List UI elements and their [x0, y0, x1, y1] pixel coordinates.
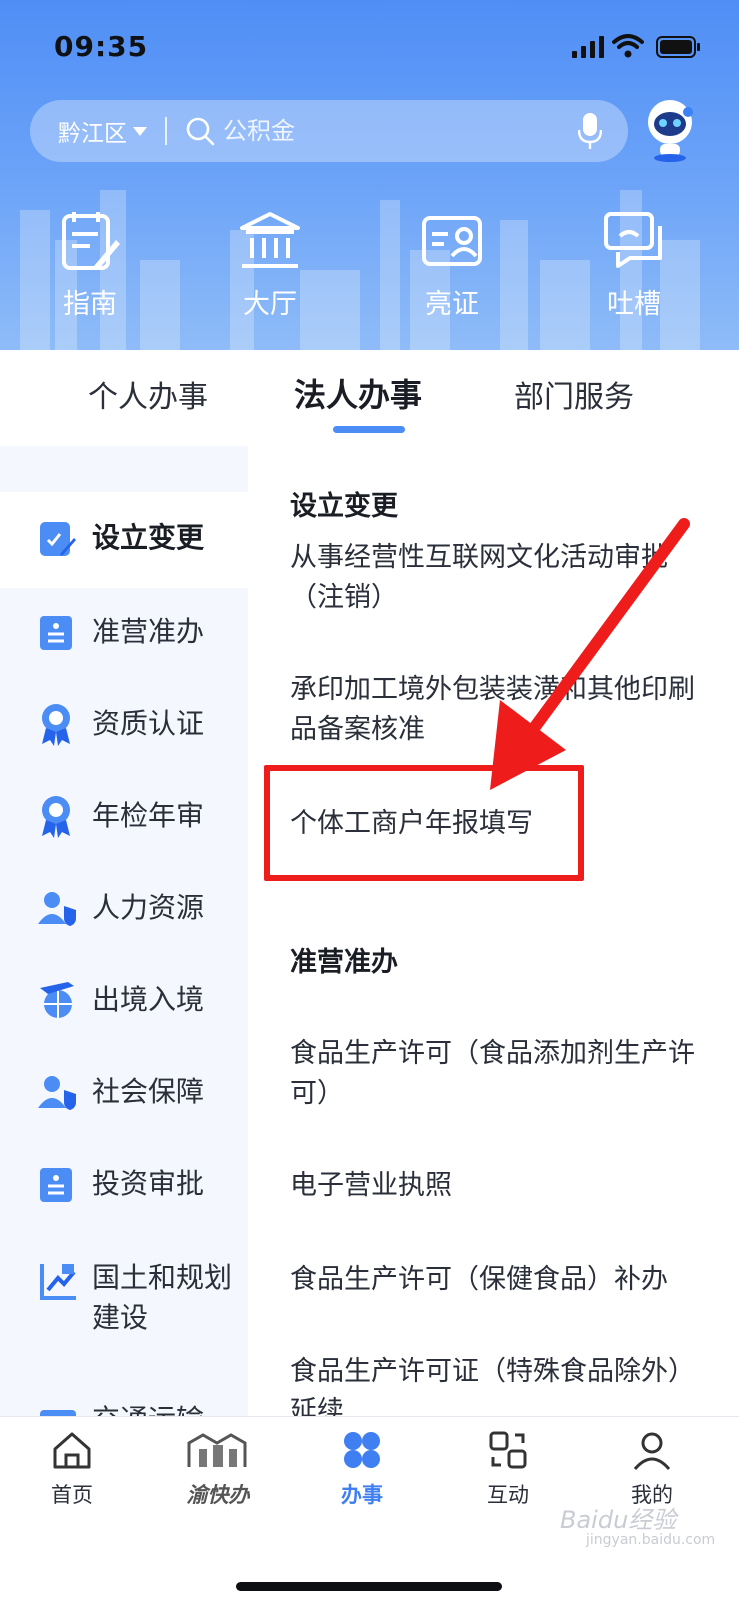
tab-personal[interactable]: 个人办事	[88, 372, 208, 416]
feedback-icon	[604, 212, 662, 268]
search-input[interactable]	[223, 111, 523, 151]
award-badge-icon	[42, 796, 70, 838]
sidebar-item-social-security[interactable]: 社会保障	[0, 1048, 248, 1140]
profile-icon	[633, 1432, 671, 1471]
active-tab-indicator	[333, 426, 405, 433]
sidebar-item-immigration[interactable]: 出境入境	[0, 956, 248, 1048]
sidebar-item-label: 社会保障	[92, 1075, 205, 1108]
header: 09:35 黔江区 公积金 指南 大厅 亮证 吐槽	[0, 0, 739, 350]
sidebar-item-establish-change[interactable]: 设立变更	[0, 492, 248, 588]
tab-department[interactable]: 部门服务	[514, 372, 634, 416]
services-icon	[344, 1432, 380, 1468]
quick-action-label: 大厅	[243, 289, 297, 320]
quick-action-guide[interactable]: 指南	[30, 210, 150, 321]
home-icon	[53, 1432, 91, 1469]
red-arrow-annotation	[490, 518, 690, 790]
sidebar-item-label: 出境入境	[92, 983, 205, 1016]
quick-action-label: 亮证	[425, 289, 479, 320]
wifi-icon	[612, 34, 644, 58]
nav-yukuaiban[interactable]: 渝快办	[168, 1429, 268, 1509]
region-selector[interactable]: 黔江区	[58, 114, 127, 148]
quick-actions: 指南 大厅 亮证 吐槽	[0, 210, 739, 330]
hall-icon	[240, 212, 300, 268]
sidebar-item-label: 设立变更	[92, 521, 205, 554]
land-planning-icon	[40, 1264, 76, 1300]
plane-globe-icon	[40, 982, 74, 1018]
microphone-icon[interactable]	[578, 112, 602, 150]
interact-icon	[489, 1431, 527, 1469]
battery-icon	[656, 36, 700, 58]
service-item[interactable]: 食品生产许可（保健食品）补办	[290, 1260, 710, 1300]
sidebar-item-land-planning[interactable]: 国土和规划建设	[0, 1232, 248, 1362]
sidebar-item-label: 国土和规划建设	[92, 1261, 233, 1334]
yukuaiban-logo	[187, 1433, 247, 1467]
quick-action-id-card[interactable]: 亮证	[392, 210, 512, 321]
search-divider	[165, 117, 167, 145]
user-shield-icon	[38, 892, 76, 926]
nav-label: 首页	[51, 1483, 93, 1507]
category-sidebar: 设立变更 准营准办 资质认证 年检年审 人力资源 出境入境 社会保障 投资审批 …	[0, 446, 248, 1446]
sidebar-item-label: 投资审批	[92, 1167, 205, 1200]
baidu-watermark: Baidu经验	[560, 1506, 677, 1534]
status-bar: 09:35	[0, 0, 739, 92]
nav-profile[interactable]: 我的	[602, 1429, 702, 1509]
sidebar-item-qualification[interactable]: 资质认证	[0, 680, 248, 772]
quick-action-label: 指南	[63, 289, 117, 320]
sidebar-item-label: 年检年审	[92, 799, 205, 832]
status-time: 09:35	[54, 30, 149, 63]
cellular-signal-icon	[572, 36, 604, 58]
license-icon	[40, 1168, 72, 1202]
nav-label: 办事	[341, 1483, 383, 1507]
robot-assistant-icon[interactable]	[644, 98, 696, 162]
section-title: 准营准办	[290, 947, 398, 978]
home-indicator[interactable]	[236, 1582, 502, 1591]
quick-action-hall[interactable]: 大厅	[210, 210, 330, 321]
search-bar[interactable]: 黔江区	[30, 100, 628, 162]
sidebar-item-investment[interactable]: 投资审批	[0, 1140, 248, 1232]
tab-corporate[interactable]: 法人办事	[294, 370, 422, 416]
license-icon	[40, 616, 72, 650]
nav-label: 渝快办	[186, 1483, 250, 1507]
sidebar-item-label: 人力资源	[92, 891, 205, 924]
quick-action-label: 吐槽	[607, 289, 661, 320]
baidu-watermark-url: jingyan.baidu.com	[586, 1532, 716, 1548]
service-item[interactable]: 电子营业执照	[290, 1166, 710, 1206]
sidebar-item-permits[interactable]: 准营准办	[0, 588, 248, 680]
user-shield-icon	[38, 1076, 76, 1110]
id-card-icon	[422, 216, 482, 266]
sidebar-item-label: 准营准办	[92, 615, 205, 648]
sidebar-item-human-resources[interactable]: 人力资源	[0, 864, 248, 956]
document-edit-icon	[40, 522, 76, 556]
quick-action-feedback[interactable]: 吐槽	[574, 210, 694, 321]
nav-services[interactable]: 办事	[312, 1429, 412, 1509]
nav-home[interactable]: 首页	[22, 1429, 122, 1509]
chevron-down-icon	[133, 126, 147, 136]
category-tabs: 个人办事 法人办事 部门服务	[0, 350, 739, 446]
nav-label: 互动	[487, 1483, 529, 1507]
nav-interact[interactable]: 互动	[458, 1429, 558, 1509]
search-icon	[186, 117, 215, 146]
award-badge-icon	[42, 704, 70, 746]
sidebar-item-label: 资质认证	[92, 707, 205, 740]
service-item[interactable]: 食品生产许可（食品添加剂生产许可）	[290, 1034, 710, 1114]
section-title: 设立变更	[290, 491, 398, 522]
guide-icon	[62, 212, 120, 270]
sidebar-item-annual-review[interactable]: 年检年审	[0, 772, 248, 864]
